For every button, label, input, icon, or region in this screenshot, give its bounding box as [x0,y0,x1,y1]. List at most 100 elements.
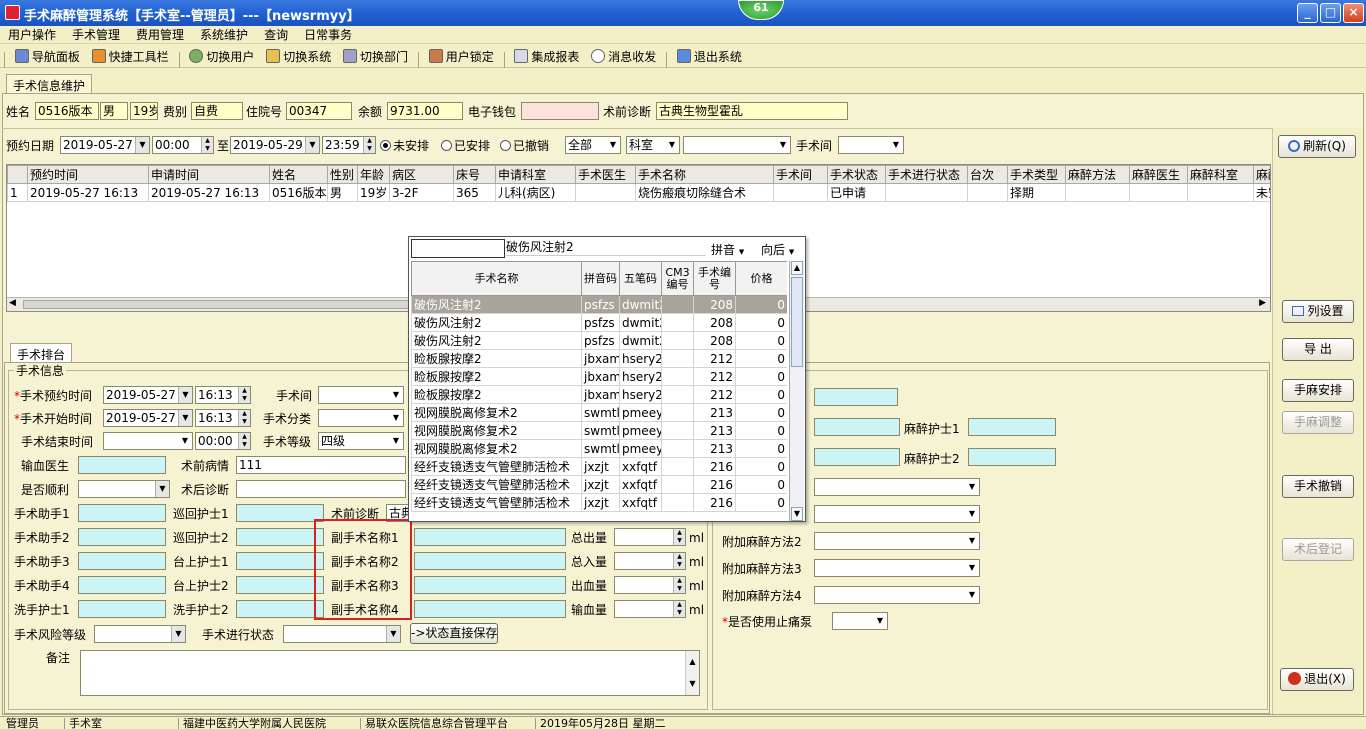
name-field[interactable]: 0516版本 [35,102,99,120]
picker-col-header[interactable]: CM3编号 [661,261,694,296]
picker-col-header[interactable]: 拼音码 [581,261,620,296]
post-op-register-button[interactable]: 术后登记 [1282,538,1354,561]
menu-surgery-mgmt[interactable]: 手术管理 [64,26,128,43]
nav-panel-button[interactable]: 导航面板 [11,45,84,67]
grid-col-header[interactable]: 床号 [453,165,496,184]
chevron-down-icon[interactable]: ▼ [389,387,403,403]
grade-select[interactable]: 四级 ▼ [318,432,404,450]
picker-col-header[interactable]: 价格 [735,261,787,296]
start-time-spinner[interactable]: 16:13 ▲ ▼ [195,409,251,427]
total-in-spinner[interactable]: ▲ ▼ [614,552,686,570]
spinner-icon[interactable]: ▲ ▼ [238,433,250,449]
minimize-button[interactable]: _ [1297,3,1318,23]
book-date-picker[interactable]: 2019-05-27 ▼ [103,386,193,404]
spinner-icon[interactable]: ▲ ▼ [673,601,685,617]
end-date-picker[interactable]: ▼ [103,432,193,450]
anes-adjust-button[interactable]: 手麻调整 [1282,411,1354,434]
balance-field[interactable]: 9731.00 [387,102,463,120]
scroll-left-icon[interactable]: ◀ [9,298,16,308]
chevron-down-icon[interactable]: ▼ [606,137,620,153]
list-item[interactable]: 破伤风注射2psfzsdwmit2 2080 [411,331,787,350]
export-button[interactable]: 导 出 [1282,338,1354,361]
sub-name1-field[interactable] [414,528,566,546]
book-time-spinner[interactable]: 16:13 ▲ ▼ [195,386,251,404]
sex-field[interactable]: 男 [100,102,128,120]
anes-field-2[interactable] [814,418,900,436]
column-settings-button[interactable]: 列设置 [1282,300,1354,323]
list-item[interactable]: 经纤支镜透支气管壁肺活检术 jxzjt xxfqtf 216 0 [411,475,787,494]
save-status-button[interactable]: ->状态直接保存 [410,623,498,644]
radio-arranged[interactable]: 已安排 [441,138,490,154]
table-row[interactable]: 1 2019-05-27 16:13 2019-05-27 16:13 0516版本男… [7,183,1270,202]
chevron-down-icon[interactable]: ▼ [386,626,400,642]
chevron-down-icon[interactable]: ▼ [965,560,979,576]
chevron-down-icon[interactable]: ▼ [665,137,679,153]
grid-col-header[interactable]: 姓名 [269,165,328,184]
picker-search-input[interactable] [411,239,505,258]
anes-nurse1-field[interactable] [968,418,1056,436]
spinner-icon[interactable]: ▲ ▼ [363,137,375,153]
close-button[interactable]: × [1343,3,1364,23]
chevron-down-icon[interactable]: ▼ [873,613,887,629]
reports-button[interactable]: 集成报表 [510,45,583,67]
chevron-down-icon[interactable]: ▼ [305,137,319,153]
picker-mode-select[interactable]: 拼音 ▼ [711,242,744,260]
menu-daily[interactable]: 日常事务 [296,26,360,43]
chevron-down-icon[interactable]: ▼ [155,481,169,497]
dept-type-select[interactable]: 科室 ▼ [626,136,680,154]
blood-loss-spinner[interactable]: ▲ ▼ [614,576,686,594]
grid-col-header[interactable]: 手术间 [773,165,828,184]
total-out-spinner[interactable]: ▲ ▼ [614,528,686,546]
list-item[interactable]: 经纤支镜透支气管壁肺活检术 jxzjt xxfqtf 216 0 [411,457,787,476]
grid-col-header[interactable]: 麻醉方法 [1065,165,1130,184]
pump-select[interactable]: ▼ [832,612,888,630]
chevron-down-icon[interactable]: ▼ [389,433,403,449]
picker-col-header[interactable]: 手术名称 [411,261,582,296]
table-nurse1-field[interactable] [236,552,324,570]
spinner-icon[interactable]: ▲ ▼ [673,553,685,569]
menu-sys-maint[interactable]: 系统维护 [192,26,256,43]
sub-name4-field[interactable] [414,600,566,618]
dept-select[interactable]: ▼ [683,136,791,154]
sub-name3-field[interactable] [414,576,566,594]
grid-col-header[interactable]: 手术类型 [1007,165,1066,184]
end-time-spinner[interactable]: 00:00 ▲ ▼ [195,432,251,450]
list-item[interactable]: 经纤支镜透支气管壁肺活检术 jxzjt xxfqtf 216 0 [411,493,787,512]
quick-toolbar-button[interactable]: 快捷工具栏 [88,45,173,67]
scroll-down-icon[interactable]: ▼ [791,507,803,521]
grid-col-header[interactable]: 麻醉科室 [1187,165,1254,184]
list-item[interactable]: 睑板腺按摩2 jbxam hsery2 212 0 [411,367,787,386]
spinner-icon[interactable]: ▲ ▼ [238,410,250,426]
picker-direction-select[interactable]: 向后 ▼ [761,242,794,260]
messages-button[interactable]: 消息收发 [587,45,660,67]
post-diag-field[interactable] [236,480,406,498]
radio-unarranged[interactable]: 未安排 [380,138,429,154]
spinner-icon[interactable]: ▲ ▼ [238,387,250,403]
grid-col-header[interactable]: 手术医生 [575,165,636,184]
list-item[interactable]: 视网膜脱离修复术2swmtlpmeeyw 2130 [411,439,787,458]
assistant1-field[interactable] [78,504,166,522]
circulating-nurse1-field[interactable] [236,504,324,522]
chevron-down-icon[interactable]: ▼ [178,433,192,449]
list-item[interactable]: 视网膜脱离修复术2swmtlpmeeyw 2130 [411,403,787,422]
switch-dept-button[interactable]: 切换部门 [339,45,412,67]
progress-status-select[interactable]: ▼ [283,625,401,643]
switch-user-button[interactable]: 切换用户 [185,45,258,67]
list-item[interactable]: 破伤风注射2psfzsdwmit2 2080 [411,313,787,332]
picker-col-header[interactable]: 手术编号 [693,261,736,296]
age-field[interactable]: 19岁 [130,102,158,120]
chevron-down-icon[interactable]: ▼ [965,479,979,495]
assistant3-field[interactable] [78,552,166,570]
circulating-nurse2-field[interactable] [236,528,324,546]
pre-condition-field[interactable]: 111 [236,456,406,474]
chevron-down-icon[interactable]: ▼ [965,533,979,549]
extra-anes4-select[interactable]: ▼ [814,586,980,604]
assistant4-field[interactable] [78,576,166,594]
chevron-down-icon[interactable]: ▼ [178,410,192,426]
table-nurse2-field[interactable] [236,576,324,594]
chevron-down-icon[interactable]: ▼ [171,626,185,642]
time-from-spinner[interactable]: 00:00 ▲ ▼ [152,136,214,154]
start-date-picker[interactable]: 2019-05-27 ▼ [103,409,193,427]
remark-textarea[interactable]: ▲ ▼ [80,650,700,696]
grid-col-header[interactable]: 手术状态 [827,165,886,184]
